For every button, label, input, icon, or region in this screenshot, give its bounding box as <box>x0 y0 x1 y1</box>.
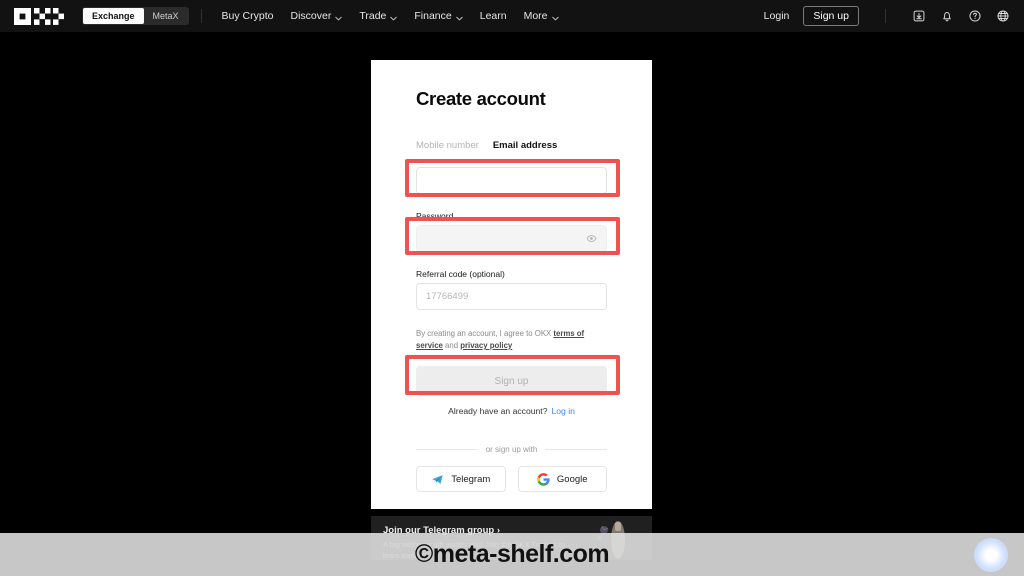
create-account-card: Create account Mobile number Email addre… <box>371 60 652 509</box>
referral-label: Referral code (optional) <box>416 269 505 279</box>
segment-metax[interactable]: MetaX <box>144 8 188 24</box>
google-icon <box>537 472 550 486</box>
terms-prefix: By creating an account, I agree to OKX <box>416 329 554 338</box>
page-root: Exchange MetaX Buy Crypto Discover Trade <box>0 0 1024 576</box>
signup-submit-button[interactable]: Sign up <box>416 366 607 397</box>
page-title: Create account <box>416 88 546 109</box>
terms-text: By creating an account, I agree to OKX t… <box>416 328 598 352</box>
login-button[interactable]: Login <box>764 10 790 22</box>
referral-input-value: 17766499 <box>426 291 469 302</box>
telegram-login-button[interactable]: Telegram <box>416 466 506 493</box>
nav-item-label: Learn <box>479 10 507 22</box>
nav-item-label: More <box>523 10 548 22</box>
terms-middle: and <box>442 341 461 351</box>
download-icon[interactable] <box>912 9 926 23</box>
nav-divider <box>200 9 202 23</box>
nav-item-label: Discover <box>290 10 332 22</box>
product-switcher[interactable]: Exchange MetaX <box>82 7 189 25</box>
telegram-login-label: Telegram <box>451 473 491 485</box>
globe-icon[interactable] <box>996 9 1010 23</box>
segment-exchange[interactable]: Exchange <box>83 8 144 24</box>
social-login-row: Telegram Google <box>416 466 607 493</box>
nav-item-label: Trade <box>359 10 387 22</box>
privacy-policy-link[interactable]: privacy policy <box>460 341 512 350</box>
email-input[interactable] <box>416 167 607 194</box>
password-label: Password <box>416 211 454 221</box>
chevron-down-icon <box>456 13 463 20</box>
already-have-account-text: Already have an account? <box>448 406 548 417</box>
help-circle-icon[interactable] <box>968 9 982 23</box>
bell-icon[interactable] <box>940 9 954 23</box>
nav-item-learn[interactable]: Learn <box>480 10 507 22</box>
log-in-link[interactable]: Log in <box>551 406 574 416</box>
or-divider: or sign up with <box>416 445 607 454</box>
telegram-icon <box>431 473 444 486</box>
already-have-account-row: Already have an account? Log in <box>416 406 607 416</box>
referral-input[interactable]: 17766499 <box>416 283 607 310</box>
nav-item-trade[interactable]: Trade <box>359 10 398 22</box>
tab-mobile-number[interactable]: Mobile number <box>416 140 479 151</box>
nav-item-buy-crypto[interactable]: Buy Crypto <box>222 10 274 22</box>
chevron-down-icon <box>390 13 398 20</box>
or-divider-label: or sign up with <box>485 445 538 455</box>
okx-logo[interactable] <box>14 7 64 25</box>
chevron-down-icon <box>551 13 559 20</box>
nav-divider <box>885 9 886 23</box>
nav-item-more[interactable]: More <box>524 10 559 22</box>
tab-email-address[interactable]: Email address <box>493 140 557 151</box>
eye-icon[interactable] <box>586 233 597 244</box>
top-navbar: Exchange MetaX Buy Crypto Discover Trade <box>0 0 1024 32</box>
nav-item-label: Finance <box>414 10 452 22</box>
watermark-text: ©meta-shelf.com <box>414 540 610 568</box>
signup-method-tabs: Mobile number Email address <box>416 140 607 151</box>
password-input[interactable] <box>416 225 607 252</box>
chat-bubble-icon[interactable] <box>974 538 1008 572</box>
google-login-button[interactable]: Google <box>517 466 607 493</box>
divider-line-right <box>545 449 607 451</box>
signup-button[interactable]: Sign up <box>803 6 859 26</box>
nav-icon-group <box>912 9 1010 23</box>
divider-line-left <box>416 449 478 451</box>
nav-item-finance[interactable]: Finance <box>414 10 463 22</box>
nav-item-discover[interactable]: Discover <box>290 10 343 22</box>
chevron-down-icon <box>335 13 343 20</box>
nav-right-group: Login Sign up <box>764 6 1010 26</box>
nav-links: Buy Crypto Discover Trade Finance Learn … <box>222 10 559 22</box>
nav-item-label: Buy Crypto <box>221 10 274 22</box>
google-login-label: Google <box>556 473 588 485</box>
